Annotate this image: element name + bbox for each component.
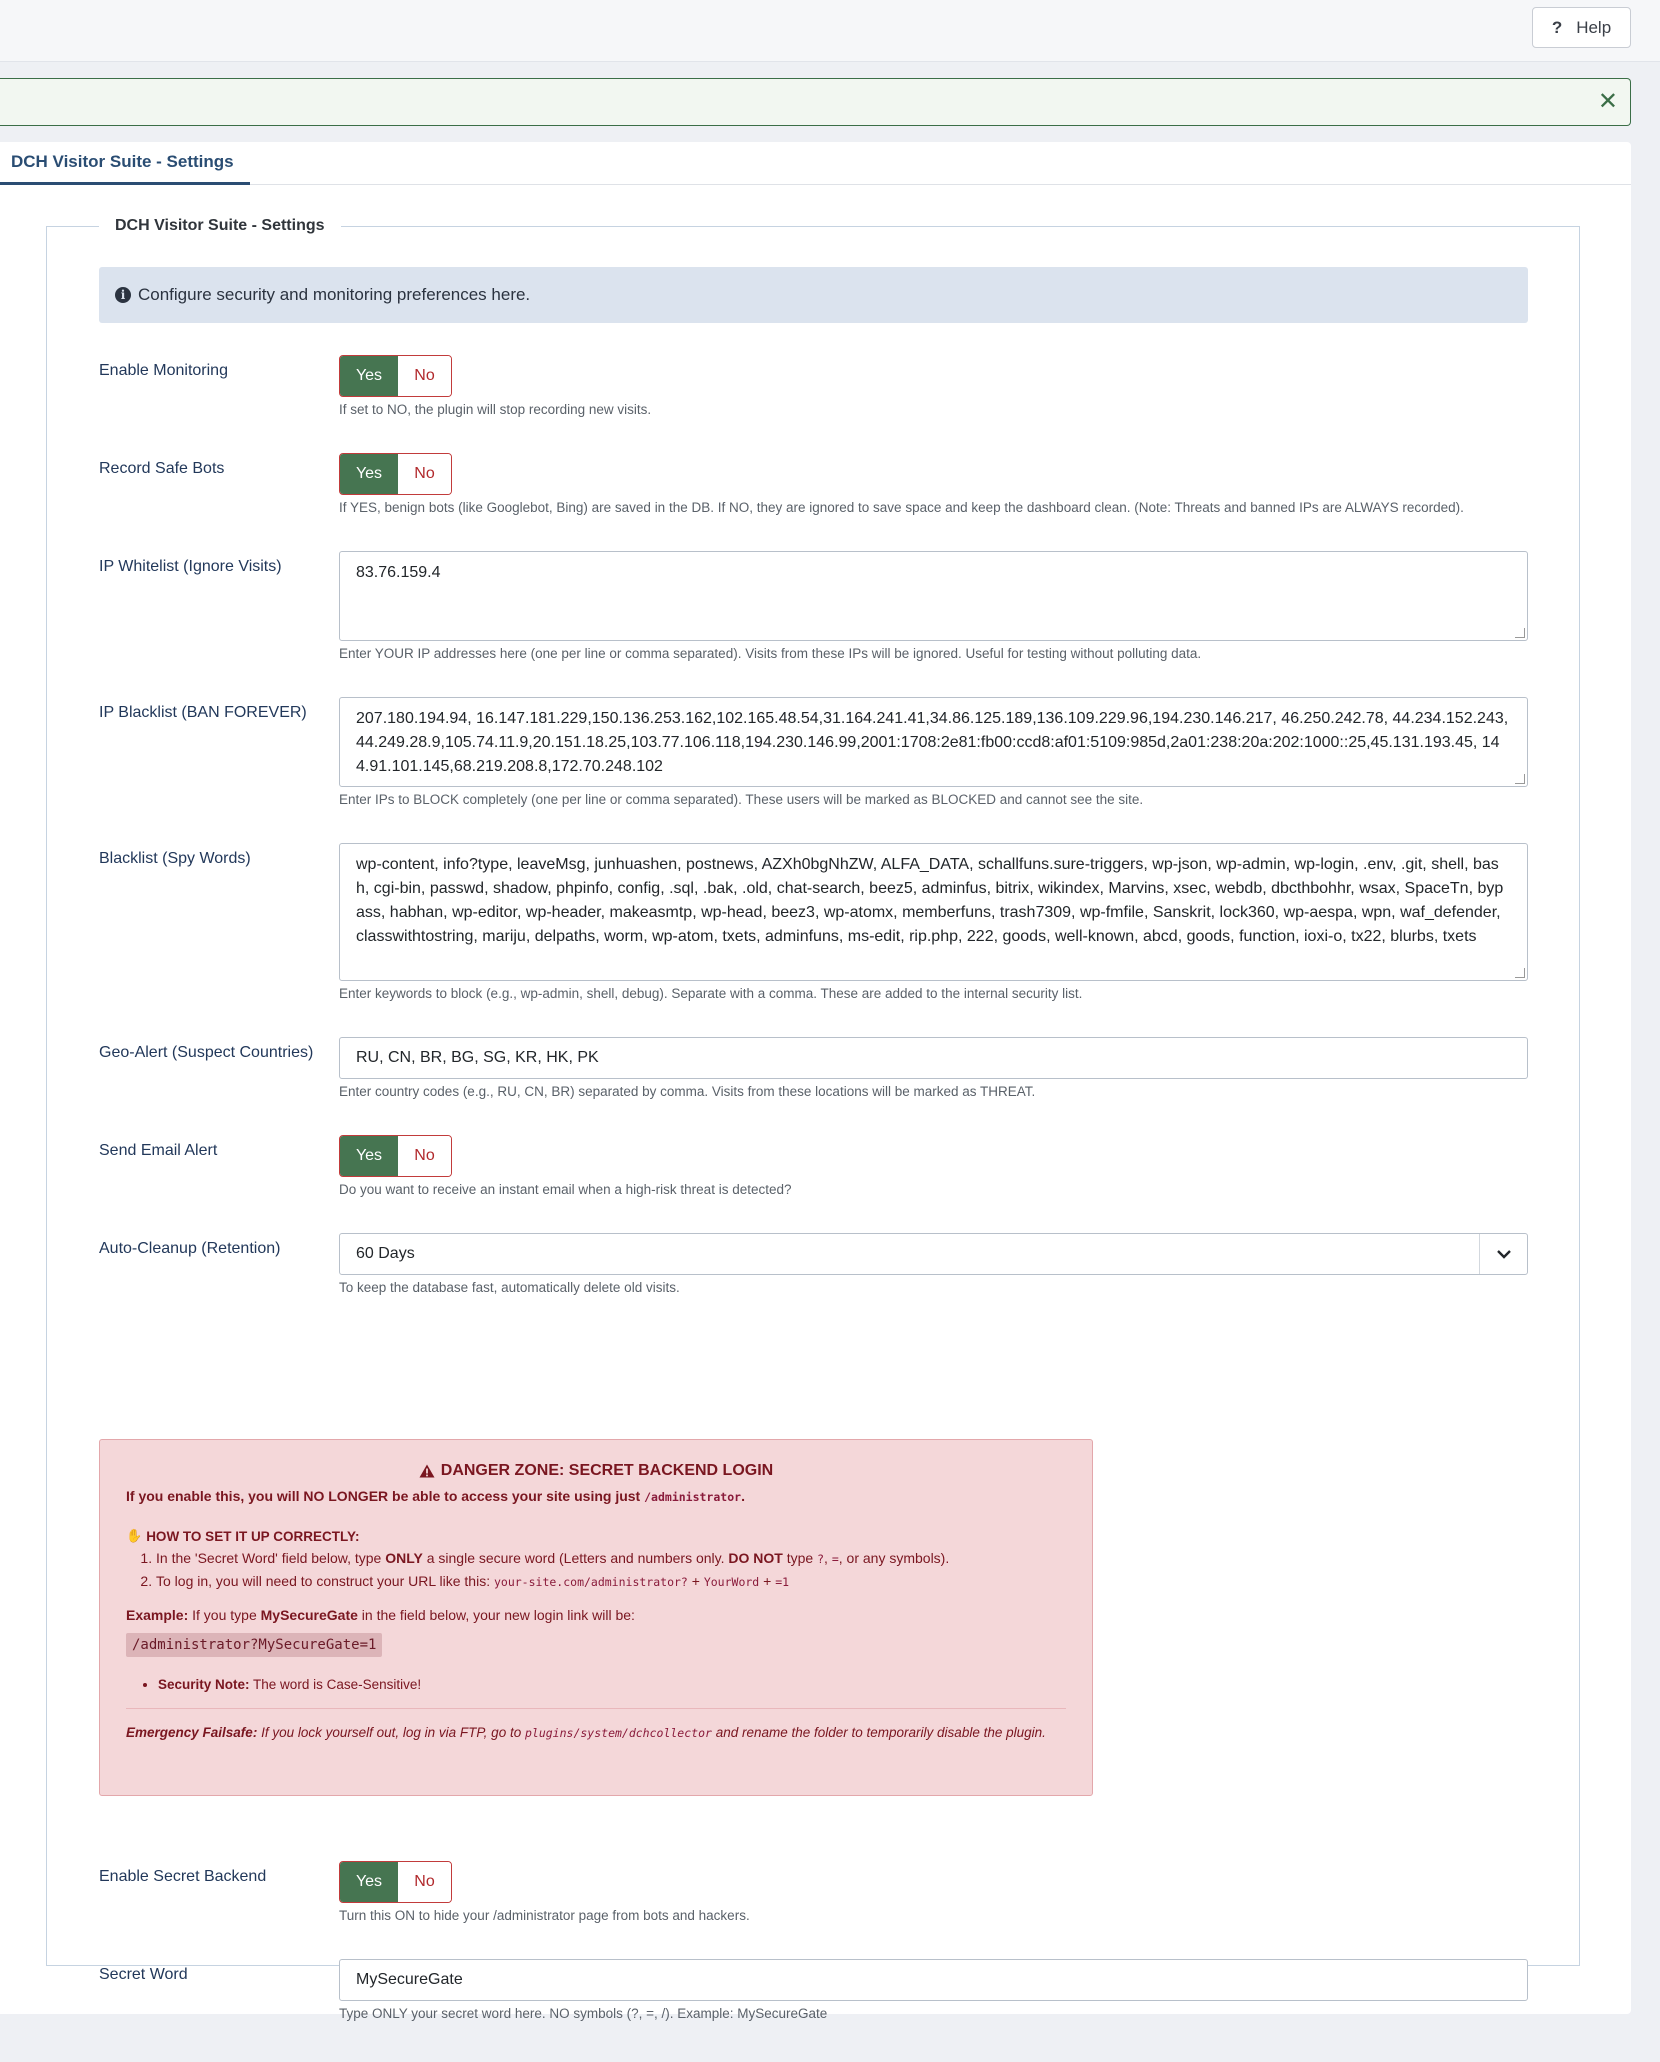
- info-icon: i: [115, 287, 131, 303]
- list-item: In the 'Secret Word' field below, type O…: [156, 1547, 1066, 1570]
- enable-secret-backend-toggle: Yes No: [339, 1861, 452, 1903]
- field-label: IP Whitelist (Ignore Visits): [99, 558, 282, 575]
- settings-fieldset: DCH Visitor Suite - Settings i Configure…: [46, 213, 1580, 2021]
- field-hint: If YES, benign bots (like Googlebot, Bin…: [339, 500, 1464, 515]
- textarea-value: 83.76.159.4: [356, 564, 441, 581]
- howto-steps: In the 'Secret Word' field below, type O…: [156, 1547, 1066, 1593]
- toggle-no-button[interactable]: No: [398, 1136, 451, 1176]
- fieldset-legend: DCH Visitor Suite - Settings: [99, 213, 341, 239]
- field-hint: Do you want to receive an instant email …: [339, 1182, 792, 1197]
- danger-example: Example: If you type MySecureGate in the…: [126, 1607, 635, 1623]
- toggle-yes-button[interactable]: Yes: [340, 1862, 398, 1902]
- divider: [126, 1708, 1066, 1709]
- emergency-failsafe: Emergency Failsafe: If you lock yourself…: [126, 1725, 1046, 1740]
- toggle-yes-button[interactable]: Yes: [340, 356, 398, 396]
- textarea-value: 207.180.194.94, 16.147.181.229,150.136.2…: [356, 710, 1509, 775]
- toggle-no-button[interactable]: No: [398, 356, 451, 396]
- field-hint: Enter IPs to BLOCK completely (one per l…: [339, 792, 1144, 807]
- textarea-value: wp-content, info?type, leaveMsg, junhuas…: [356, 856, 1506, 945]
- field-label: Enable Monitoring: [99, 362, 228, 379]
- field-label: Blacklist (Spy Words): [99, 850, 251, 867]
- info-message: i Configure security and monitoring pref…: [99, 267, 1528, 323]
- blacklist-words-textarea[interactable]: wp-content, info?type, leaveMsg, junhuas…: [339, 843, 1528, 981]
- tab-bar: DCH Visitor Suite - Settings: [0, 142, 1631, 185]
- toggle-yes-button[interactable]: Yes: [340, 454, 398, 494]
- help-button[interactable]: ? Help: [1532, 7, 1631, 48]
- field-hint: Type ONLY your secret word here. NO symb…: [339, 2006, 828, 2021]
- warning-icon: [419, 1464, 435, 1478]
- tab-settings[interactable]: DCH Visitor Suite - Settings: [0, 142, 250, 185]
- field-hint: If set to NO, the plugin will stop recor…: [339, 402, 652, 417]
- ip-whitelist-textarea[interactable]: 83.76.159.4: [339, 551, 1528, 641]
- security-notes: Security Note: The word is Case-Sensitiv…: [158, 1677, 1066, 1692]
- field-label: Record Safe Bots: [99, 460, 225, 477]
- field-label: Auto-Cleanup (Retention): [99, 1240, 281, 1257]
- chevron-down-icon[interactable]: [1479, 1234, 1527, 1274]
- record-safe-bots-toggle: Yes No: [339, 453, 452, 495]
- field-hint: To keep the database fast, automatically…: [339, 1280, 680, 1295]
- danger-intro: If you enable this, you will NO LONGER b…: [126, 1488, 745, 1504]
- field-label: Secret Word: [99, 1966, 188, 1983]
- field-label: Send Email Alert: [99, 1142, 218, 1159]
- toggle-no-button[interactable]: No: [398, 454, 451, 494]
- secret-word-input[interactable]: MySecureGate: [339, 1959, 1528, 2001]
- resize-handle-icon[interactable]: [1515, 628, 1525, 638]
- field-hint: Turn this ON to hide your /administrator…: [339, 1908, 750, 1923]
- ip-blacklist-textarea[interactable]: 207.180.194.94, 16.147.181.229,150.136.2…: [339, 697, 1528, 787]
- howto-heading: ✋ HOW TO SET IT UP CORRECTLY:: [126, 1528, 360, 1544]
- list-item: To log in, you will need to construct yo…: [156, 1570, 1066, 1593]
- send-email-alert-toggle: Yes No: [339, 1135, 452, 1177]
- field-hint: Enter country codes (e.g., RU, CN, BR) s…: [339, 1084, 1036, 1099]
- hand-icon: ✋: [126, 1528, 143, 1543]
- field-label: Geo-Alert (Suspect Countries): [99, 1044, 314, 1061]
- danger-title: DANGER ZONE: SECRET BACKEND LOGIN: [126, 1462, 1066, 1480]
- settings-panel: DCH Visitor Suite - Settings DCH Visitor…: [0, 142, 1631, 2021]
- enable-monitoring-toggle: Yes No: [339, 355, 452, 397]
- geo-alert-input[interactable]: RU, CN, BR, BG, SG, KR, HK, PK: [339, 1037, 1528, 1079]
- message-alert: ✕: [0, 78, 1631, 126]
- list-item: Security Note: The word is Case-Sensitiv…: [158, 1677, 1066, 1692]
- field-label: IP Blacklist (BAN FOREVER): [99, 704, 307, 721]
- top-toolbar: ? Help: [0, 0, 1660, 62]
- auto-cleanup-select[interactable]: 60 Days: [339, 1233, 1528, 1275]
- close-icon[interactable]: ✕: [1598, 88, 1618, 116]
- question-icon: ?: [1551, 17, 1563, 37]
- toggle-no-button[interactable]: No: [398, 1862, 451, 1902]
- example-login-link: /administrator?MySecureGate=1: [126, 1633, 383, 1657]
- toggle-yes-button[interactable]: Yes: [340, 1136, 398, 1176]
- field-hint: Enter keywords to block (e.g., wp-admin,…: [339, 986, 1083, 1001]
- info-text: Configure security and monitoring prefer…: [138, 285, 531, 304]
- danger-zone-box: DANGER ZONE: SECRET BACKEND LOGIN If you…: [99, 1439, 1093, 1796]
- resize-handle-icon[interactable]: [1515, 774, 1525, 784]
- field-hint: Enter YOUR IP addresses here (one per li…: [339, 646, 1202, 661]
- help-label: Help: [1576, 17, 1612, 37]
- select-value: 60 Days: [356, 1245, 415, 1262]
- resize-handle-icon[interactable]: [1515, 968, 1525, 978]
- field-label: Enable Secret Backend: [99, 1868, 267, 1885]
